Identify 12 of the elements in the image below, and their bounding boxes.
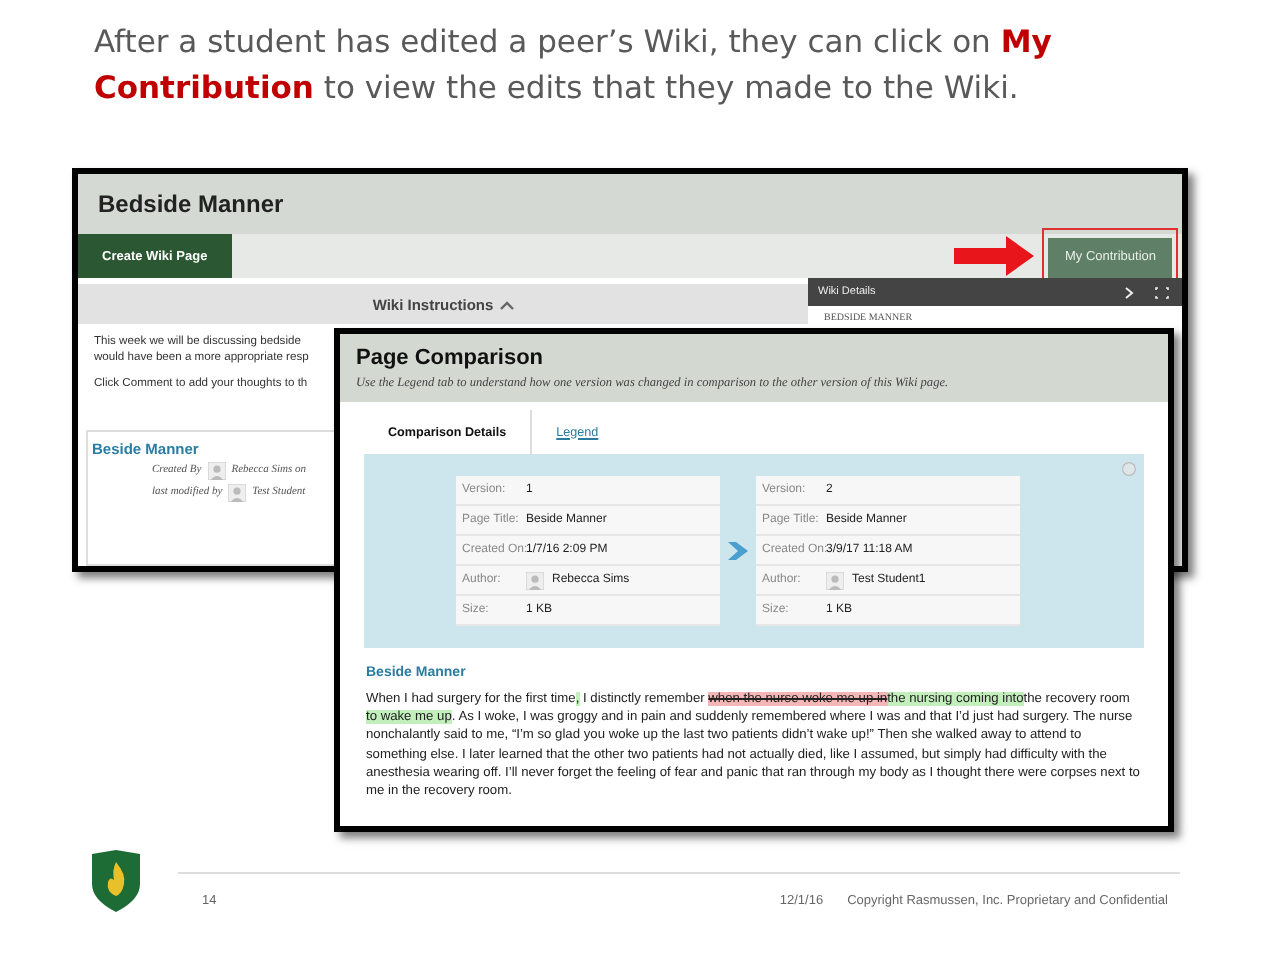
avatar-icon — [228, 483, 247, 501]
page-title: Bedside Manner — [98, 190, 284, 218]
arrow-right-icon — [728, 542, 748, 560]
arrow-icon — [954, 236, 1035, 276]
panel-controls-icon — [1120, 285, 1172, 299]
slide-title: After a student has edited a peer’s Wiki, they can click on My Contribution to view the edits that they made to the Wiki. — [94, 22, 1054, 110]
avatar-icon — [826, 571, 844, 589]
avatar-icon — [207, 461, 226, 479]
dialog-title: Page Comparison — [356, 346, 546, 370]
logo-icon — [90, 850, 142, 912]
avatar-icon — [526, 571, 544, 589]
chevron-up-icon — [499, 299, 514, 309]
